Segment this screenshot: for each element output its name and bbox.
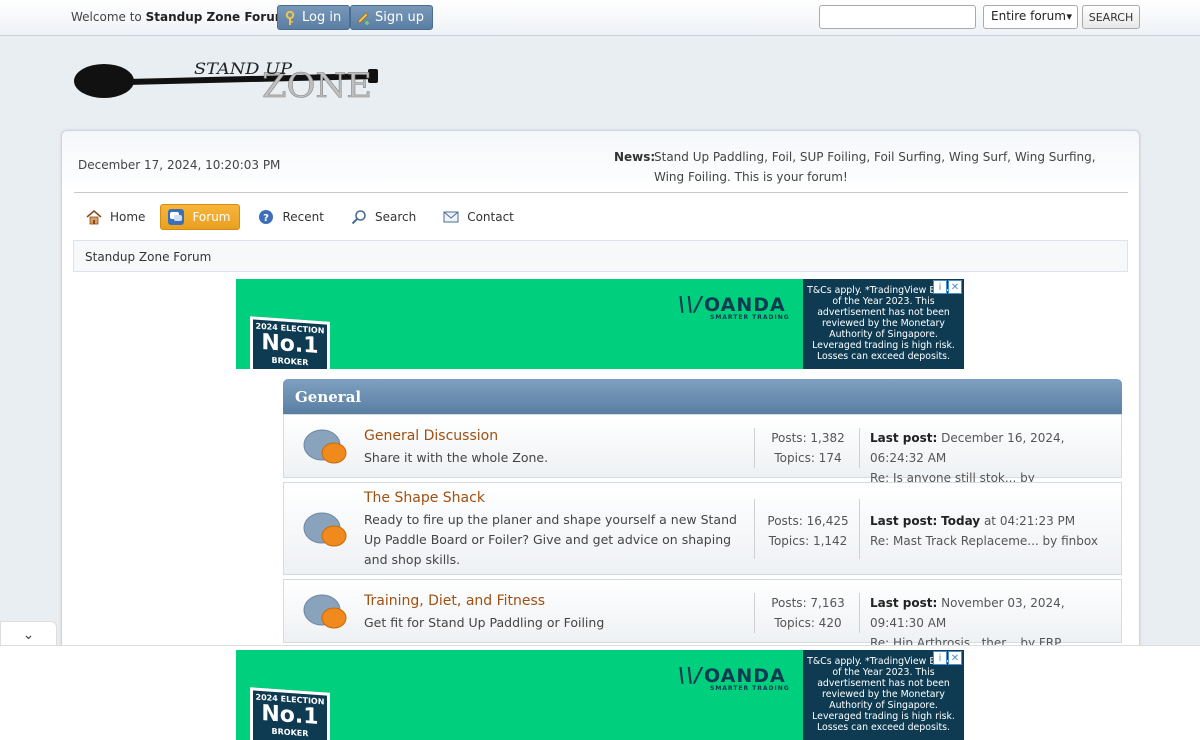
news-label: News: — [614, 150, 656, 164]
board-divider — [754, 499, 755, 559]
search-button-label: SEARCH — [1088, 10, 1134, 24]
board-stats: Posts: 16,425 Topics: 1,142 — [763, 511, 853, 551]
last-post-label: Last post: — [870, 431, 938, 445]
search-button[interactable]: SEARCH — [1082, 5, 1140, 29]
board-topics: Topics: 1,142 — [768, 534, 848, 548]
main-nav: Home Forum ? Recent Search Contact — [74, 204, 529, 230]
board-row: General Discussion Share it with the who… — [283, 414, 1122, 505]
ad-brand: \\/OANDA — [678, 663, 786, 687]
nav-recent-label: Recent — [282, 210, 324, 224]
divider — [74, 192, 1128, 193]
breadcrumb: Standup Zone Forum — [73, 240, 1128, 272]
ad-badge-num: No.1 — [261, 700, 319, 730]
chevron-down-icon: ▾ — [1066, 10, 1072, 23]
oanda-logo-icon: \\/ — [678, 663, 703, 687]
search-scope-value: Entire forum — [991, 9, 1066, 23]
nav-forum-label: Forum — [192, 210, 231, 224]
board-divider — [859, 428, 860, 468]
nav-search[interactable]: Search — [339, 204, 425, 230]
nav-contact[interactable]: Contact — [431, 204, 523, 230]
key-icon — [283, 10, 297, 25]
last-post-label: Last post: — [870, 596, 938, 610]
board-row: Training, Diet, and Fitness Get fit for … — [283, 579, 1122, 650]
ad-brand-name: OANDA — [704, 665, 786, 687]
ad-badge-num: No.1 — [261, 329, 319, 359]
last-post-time: at 04:21:23 PM — [983, 514, 1076, 528]
home-icon — [86, 209, 102, 225]
top-bar: Welcome to Standup Zone Forum. Log in Si… — [0, 0, 1200, 36]
board-title[interactable]: Training, Diet, and Fitness — [364, 593, 545, 609]
current-date: December 17, 2024, 10:20:03 PM — [78, 158, 281, 172]
login-button[interactable]: Log in — [277, 5, 351, 30]
board-last-post: Last post: November 03, 2024, 09:41:30 A… — [870, 593, 1121, 653]
board-speech-bubble-icon — [302, 427, 348, 467]
category-title: General — [295, 388, 362, 406]
ad-brand-sub: SMARTER TRADING — [710, 685, 790, 692]
ad-close-icon[interactable]: ✕ — [948, 651, 962, 665]
board-title[interactable]: The Shape Shack — [364, 490, 485, 506]
ad-collapse-button[interactable]: ⌄ — [0, 621, 57, 647]
upper-section: December 17, 2024, 10:20:03 PM News: Sta… — [62, 131, 1139, 193]
welcome-text: Welcome to Standup Zone Forum. — [71, 10, 291, 24]
help-icon: ? — [258, 209, 274, 225]
last-post-label: Last post: — [870, 514, 938, 528]
board-divider — [754, 593, 755, 633]
board-last-post: Last post: Today at 04:21:23 PM Re: Mast… — [870, 511, 1098, 551]
last-post-today: Today — [941, 514, 981, 528]
board-speech-bubble-icon — [302, 510, 348, 550]
signup-label: Sign up — [375, 10, 424, 25]
ad-info-icon[interactable]: i — [933, 280, 947, 294]
nav-contact-label: Contact — [467, 210, 514, 224]
ad-brand-sub: SMARTER TRADING — [710, 314, 790, 321]
ad-close-icon[interactable]: ✕ — [948, 280, 962, 294]
chevron-down-icon: ⌄ — [22, 626, 35, 643]
pencil-icon — [356, 11, 370, 25]
board-topics: Topics: 420 — [774, 616, 842, 630]
board-posts: Posts: 1,382 — [771, 431, 845, 445]
nav-home[interactable]: Home — [74, 204, 154, 230]
board-posts: Posts: 7,163 — [771, 596, 845, 610]
ad-award-badge: 2024 ELECTION No.1 BROKER — [250, 316, 330, 369]
nav-recent[interactable]: ? Recent — [246, 204, 332, 230]
board-topics: Topics: 174 — [774, 451, 842, 465]
site-name: Standup Zone Forum — [145, 10, 288, 24]
forum-icon — [168, 209, 185, 225]
board-stats: Posts: 7,163 Topics: 420 — [763, 593, 853, 633]
board-description: Share it with the whole Zone. — [364, 450, 549, 465]
signup-button[interactable]: Sign up — [350, 5, 433, 30]
board-divider — [859, 499, 860, 559]
ad-award-badge: 2024 ELECTION No.1 BROKER — [250, 687, 330, 740]
ad-brand-name: OANDA — [704, 294, 786, 316]
news-text: Stand Up Paddling, Foil, SUP Foiling, Fo… — [654, 150, 1096, 184]
search-icon — [351, 209, 367, 225]
nav-forum[interactable]: Forum — [160, 204, 241, 230]
ad-banner-bottom[interactable]: 2024 ELECTION No.1 BROKER \\/OANDA SMART… — [236, 650, 964, 740]
board-description: Ready to fire up the planer and shape yo… — [364, 512, 737, 567]
last-post-link[interactable]: Re: Mast Track Replaceme... by finbox — [870, 531, 1098, 551]
board-speech-bubble-icon — [302, 592, 348, 632]
logo-standup-text: STAND UP — [194, 59, 292, 78]
envelope-icon — [443, 209, 459, 225]
site-logo[interactable]: ZONE STAND UP — [72, 54, 382, 106]
category-header[interactable]: General — [283, 379, 1122, 414]
ad-info-icon[interactable]: i — [933, 651, 947, 665]
svg-text:?: ? — [264, 213, 270, 224]
ad-brand: \\/OANDA — [678, 292, 786, 316]
nav-search-label: Search — [374, 210, 417, 224]
welcome-prefix: Welcome to — [71, 10, 142, 24]
board-row: The Shape Shack Ready to fire up the pla… — [283, 482, 1122, 575]
board-title[interactable]: General Discussion — [364, 428, 498, 444]
board-stats: Posts: 1,382 Topics: 174 — [763, 428, 853, 468]
login-label: Log in — [302, 10, 342, 25]
board-divider — [754, 428, 755, 468]
board-posts: Posts: 16,425 — [767, 514, 849, 528]
breadcrumb-item[interactable]: Standup Zone Forum — [85, 250, 211, 264]
nav-home-label: Home — [110, 210, 146, 224]
ad-banner-top[interactable]: 2024 ELECTION No.1 BROKER \\/OANDA SMART… — [236, 279, 964, 369]
oanda-logo-icon: \\/ — [678, 292, 703, 316]
search-scope-select[interactable]: Entire forum ▾ — [983, 5, 1078, 29]
board-description: Get fit for Stand Up Paddling or Foiling — [364, 615, 605, 630]
search-input[interactable] — [819, 5, 976, 29]
board-divider — [859, 593, 860, 633]
